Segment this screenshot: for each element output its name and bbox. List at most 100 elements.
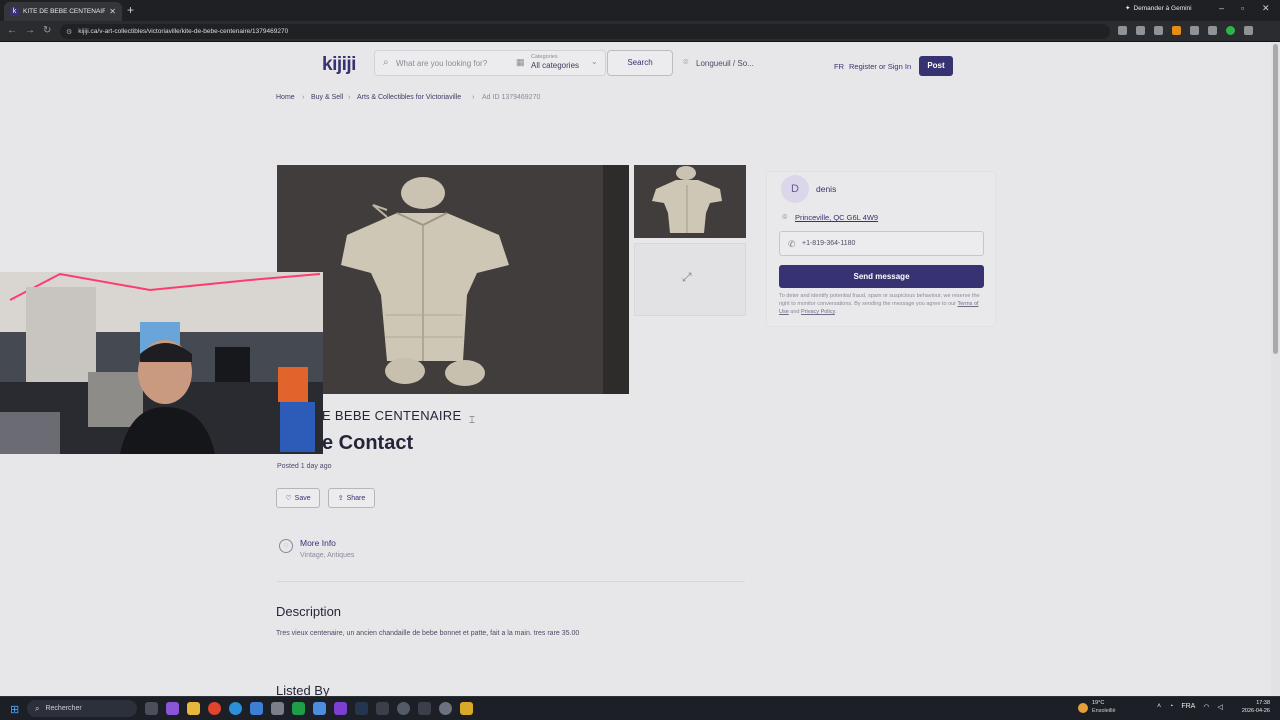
language-toggle[interactable]: FR: [834, 62, 844, 71]
sidebar-icon[interactable]: [1208, 26, 1217, 35]
settings-icon[interactable]: [271, 702, 284, 715]
search-input[interactable]: What are you looking for?: [396, 59, 487, 68]
language-indicator[interactable]: FRA: [1181, 703, 1195, 711]
mouse-cursor-icon: ⌶: [469, 415, 475, 426]
webcam-feed: [0, 272, 323, 454]
main-listing-photo[interactable]: [277, 165, 629, 394]
disclaimer-and: and: [788, 309, 802, 315]
category-icon: ▦: [516, 57, 525, 67]
location-selector[interactable]: Longueuil / So...: [696, 59, 754, 68]
taskbar-search[interactable]: ⌕ Rechercher: [27, 700, 137, 717]
more-info-attributes: Vintage, Antiques: [300, 552, 355, 559]
privacy-link[interactable]: Privacy Policy: [801, 309, 835, 315]
menu-icon[interactable]: [1244, 26, 1253, 35]
chevron-up-icon[interactable]: ˄: [1157, 703, 1161, 711]
address-bar: ← → ↻ ⚙ kijiji.ca/v-art-collectibles/vic…: [0, 21, 1280, 42]
obs-icon[interactable]: [397, 702, 410, 715]
url-text: kijiji.ca/v-art-collectibles/victoriavil…: [78, 28, 289, 35]
new-tab-icon[interactable]: +: [127, 3, 134, 17]
gemini-button[interactable]: ✦ Demander à Gemini: [1125, 4, 1192, 13]
phone-number[interactable]: +1-819-364-1180: [802, 240, 855, 247]
app-icon[interactable]: [376, 702, 389, 715]
network-icon[interactable]: ◔: [1169, 703, 1173, 711]
site-info-icon[interactable]: ⚙: [66, 28, 72, 36]
seller-name[interactable]: denis: [816, 184, 836, 194]
share-icon: ⇪: [337, 495, 344, 502]
listed-by-heading: Listed By: [276, 683, 330, 696]
task-view-icon[interactable]: [145, 702, 158, 715]
chrome-icon[interactable]: [208, 702, 221, 715]
breadcrumb-category[interactable]: Arts & Collectibles for Victoriaville: [357, 94, 461, 101]
category-select[interactable]: All categories: [531, 61, 579, 70]
clock-time[interactable]: 17:38: [1248, 700, 1270, 706]
seller-location-link[interactable]: Princeville, QC G6L 4W9: [795, 213, 878, 222]
share-button[interactable]: ⇪ Share: [328, 488, 375, 508]
expand-icon[interactable]: ⤢: [682, 270, 692, 285]
search-icon: ⌕: [383, 57, 389, 68]
listing-price: e Contact: [322, 432, 414, 454]
excel-icon[interactable]: [292, 702, 305, 715]
search-button[interactable]: Search: [607, 50, 673, 76]
close-tab-icon[interactable]: ✕: [109, 7, 116, 16]
reload-icon[interactable]: ↻: [43, 25, 51, 36]
file-explorer-icon[interactable]: [187, 702, 200, 715]
thumbnail-image: [634, 165, 746, 238]
cast-icon[interactable]: [1136, 26, 1145, 35]
tab-title: KITE DE BEBE CENTENAIRE | A...: [23, 8, 106, 15]
weather-desc[interactable]: Ensoleillé: [1092, 708, 1116, 714]
register-sign-in-link[interactable]: Register or Sign In: [849, 62, 911, 71]
translate-icon[interactable]: [1118, 26, 1127, 35]
forward-icon[interactable]: →: [25, 25, 35, 36]
url-field[interactable]: ⚙ kijiji.ca/v-art-collectibles/victoriav…: [60, 24, 1110, 39]
mail-icon[interactable]: [250, 702, 263, 715]
app-icon[interactable]: [334, 702, 347, 715]
divider: [277, 581, 745, 582]
puzzle-icon[interactable]: [1190, 26, 1199, 35]
star-icon[interactable]: [1154, 26, 1163, 35]
browser-tab[interactable]: k KITE DE BEBE CENTENAIRE | A... ✕: [4, 2, 122, 21]
windows-start-icon[interactable]: ⊞: [10, 703, 19, 716]
volume-icon[interactable]: ◁: [1217, 703, 1222, 711]
avatar[interactable]: D: [781, 175, 809, 203]
webcam-overlay: [0, 272, 323, 454]
sun-icon[interactable]: [1078, 703, 1088, 713]
back-icon[interactable]: ←: [7, 25, 17, 36]
chevron-down-icon[interactable]: ⌄: [591, 57, 598, 66]
save-button[interactable]: ♡ Save: [276, 488, 320, 508]
kijiji-logo[interactable]: kijiji: [322, 54, 356, 76]
scrollbar[interactable]: [1271, 42, 1280, 696]
wifi-icon[interactable]: ◠: [1203, 703, 1209, 711]
save-label: Save: [294, 494, 311, 502]
store-icon[interactable]: [313, 702, 326, 715]
minimize-icon[interactable]: –: [1219, 3, 1224, 13]
edge-icon[interactable]: [229, 702, 242, 715]
steam-icon[interactable]: [355, 702, 368, 715]
copilot-icon[interactable]: [166, 702, 179, 715]
post-button[interactable]: Post: [919, 56, 953, 76]
breadcrumb-buy-sell[interactable]: Buy & Sell: [311, 94, 343, 101]
thumbnail-photo-1[interactable]: [634, 165, 746, 238]
gemini-label: Demander à Gemini: [1133, 4, 1192, 12]
taskbar-search-label: Rechercher: [45, 705, 82, 712]
restore-icon[interactable]: ▫: [1241, 3, 1244, 13]
profile-icon[interactable]: [1226, 26, 1235, 35]
search-icon: ⌕: [35, 703, 40, 713]
close-window-icon[interactable]: ✕: [1262, 3, 1270, 14]
description-heading: Description: [276, 604, 342, 619]
clock-date[interactable]: 2026-04-26: [1238, 708, 1270, 714]
app-icon[interactable]: [460, 702, 473, 715]
message-disclaimer: To deter and identify potential fraud, s…: [779, 292, 984, 316]
breadcrumb-home[interactable]: Home: [276, 94, 295, 101]
extension-icon[interactable]: [1172, 26, 1181, 35]
scroll-thumb[interactable]: [1273, 44, 1278, 354]
posted-date: Posted 1 day ago: [277, 463, 332, 470]
weather-temp[interactable]: 19°C: [1092, 700, 1104, 706]
app-icon[interactable]: [439, 702, 452, 715]
location-pin-icon: ⌾: [782, 212, 788, 222]
app-icon[interactable]: [418, 702, 431, 715]
location-pin-icon: ⌾: [683, 57, 689, 67]
more-info-title: More Info: [300, 538, 336, 548]
share-label: Share: [346, 494, 366, 502]
send-message-button[interactable]: Send message: [779, 265, 984, 288]
taskbar: ⊞ ⌕ Rechercher 19°C Ensoleillé ˄ ◔ FRA ◠…: [0, 696, 1280, 720]
